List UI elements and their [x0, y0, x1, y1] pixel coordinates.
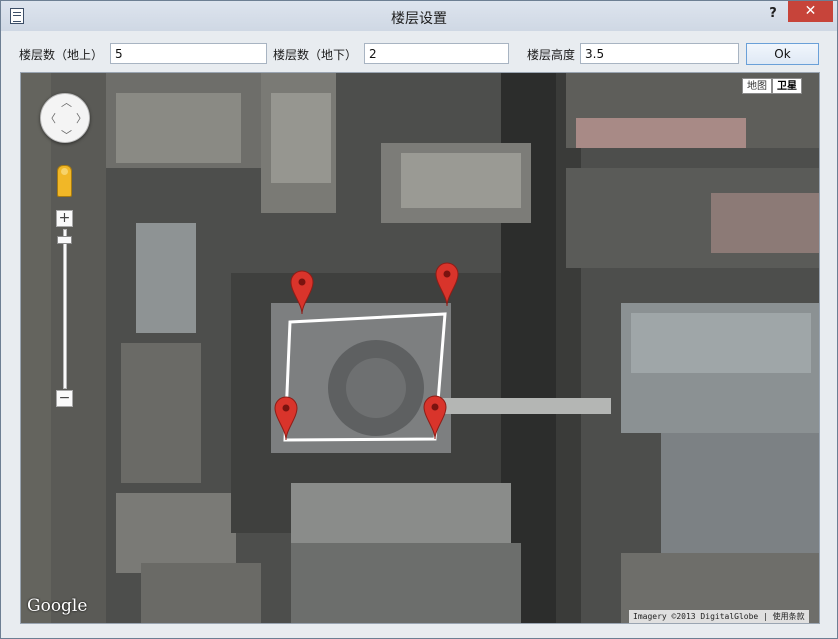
zoom-slider-thumb[interactable]: [57, 236, 72, 244]
title-bar: 楼层设置 ? ✕: [1, 1, 837, 31]
floors-below-label: 楼层数（地下）: [273, 48, 358, 62]
help-button[interactable]: ?: [761, 4, 785, 24]
google-logo: Google: [27, 596, 88, 616]
window-title: 楼层设置: [391, 11, 447, 27]
pan-right-icon[interactable]: 〉: [76, 113, 87, 124]
floors-below-input[interactable]: [364, 43, 509, 64]
boundary-marker-bottom-right[interactable]: [423, 395, 447, 440]
map-type-control: 地图 卫星: [742, 78, 802, 94]
street-view-pegman-icon[interactable]: [57, 165, 72, 197]
boundary-marker-top-right[interactable]: [435, 262, 459, 307]
pan-control[interactable]: ︿ ﹀ 〈 〉: [40, 93, 90, 143]
zoom-slider-track[interactable]: [63, 229, 67, 389]
map-type-roadmap-button[interactable]: 地图: [742, 78, 772, 94]
close-button[interactable]: ✕: [788, 1, 833, 22]
pan-up-icon[interactable]: ︿: [61, 97, 72, 108]
map-attribution[interactable]: Imagery ©2013 DigitalGlobe | 使用条款: [629, 610, 809, 623]
boundary-marker-top-left[interactable]: [290, 270, 314, 315]
zoom-in-button[interactable]: +: [56, 210, 73, 227]
floor-settings-window: 楼层设置 ? ✕ 楼层数（地上） 楼层数（地下） 楼层高度 Ok: [0, 0, 838, 639]
floor-height-input[interactable]: [580, 43, 739, 64]
floor-height-label: 楼层高度: [527, 48, 576, 62]
map-type-satellite-button[interactable]: 卫星: [772, 78, 802, 94]
floors-above-input[interactable]: [110, 43, 267, 64]
boundary-markers: [274, 262, 459, 441]
pan-left-icon[interactable]: 〈: [45, 113, 56, 124]
boundary-marker-bottom-left[interactable]: [274, 396, 298, 441]
floor-parameters-bar: 楼层数（地上） 楼层数（地下） 楼层高度 Ok: [1, 39, 837, 67]
ok-button[interactable]: Ok: [746, 43, 819, 65]
zoom-out-button[interactable]: −: [56, 390, 73, 407]
pan-down-icon[interactable]: ﹀: [61, 130, 72, 141]
satellite-map[interactable]: ︿ ﹀ 〈 〉 + − 地图 卫星 Google Imagery ©2013 D…: [20, 72, 820, 624]
floors-above-label: 楼层数（地上）: [19, 48, 104, 62]
